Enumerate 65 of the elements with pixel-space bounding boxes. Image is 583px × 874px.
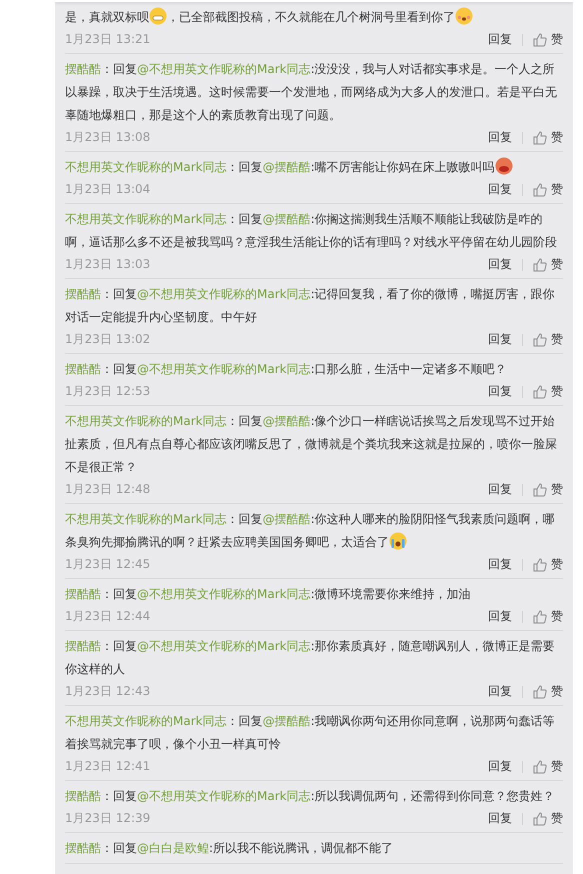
thumbs-up-icon (533, 610, 547, 624)
comment-text: 不想用英文作昵称的Mark同志：回复@摆酷酷:我嘲讽你两句还用你同意啊，说那两句蠢话等着挨骂就完事了呗，像个小丑一样真可怜 (65, 713, 556, 753)
thumbs-up-icon (533, 812, 547, 826)
comment-text: 不想用英文作昵称的Mark同志：回复@摆酷酷:你这种人哪来的脸阴阳怪气我素质问题啊，哪条臭狗先揶揄腾讯的啊？赶紧去应聘美国国务卿吧，太适合了 (65, 511, 556, 552)
reply-link[interactable]: 回复 (488, 683, 512, 700)
emoji-icon (494, 157, 513, 175)
reply-link[interactable]: 回复 (488, 181, 512, 198)
thumbs-up-icon (533, 482, 547, 496)
comment-time: 1月23日 12:41 (65, 758, 152, 775)
comment-text: 是，真就双标呗 ，已全部截图投稿，不久就能在几个树洞号里看到你了 (65, 6, 563, 29)
reply-link[interactable]: 回复 (488, 608, 512, 625)
like-button[interactable]: 赞 (533, 383, 563, 400)
comment-time: 1月23日 13:04 (65, 181, 152, 198)
like-button[interactable]: 赞 (533, 810, 563, 827)
reply-link[interactable]: 回复 (488, 31, 512, 48)
comment-time: 1月23日 12:48 (65, 481, 152, 498)
emoji-icon (455, 7, 473, 25)
like-button[interactable]: 赞 (533, 31, 563, 48)
comment-text: 摆酷酷：回复@白白是欧鳇:所以我不能说腾讯，调侃都不能了 (65, 840, 394, 857)
thumbs-up-icon (533, 684, 547, 698)
reply-link[interactable]: 回复 (488, 383, 512, 400)
like-button[interactable]: 赞 (533, 556, 563, 573)
thumbs-up-icon (533, 384, 547, 398)
like-button[interactable]: 赞 (533, 481, 563, 498)
comment-text: 摆酷酷：回复@不想用英文作昵称的Mark同志:没没没，我与人对话都实事求是。一个人之所以暴躁，取决于生活境遇。这时候需要一个发泄地，而网络成为大多人的发泄口。若是平白无辜随地爆粗口，那是这个人的素质教育出现了问题。 (65, 61, 558, 124)
comment-text: 摆酷酷：回复@不想用英文作昵称的Mark同志:记得回复我，看了你的微博，嘴挺厉害，跟你对话一定能提升内心坚韧度。中午好 (65, 286, 556, 326)
like-button[interactable]: 赞 (533, 758, 563, 775)
like-button[interactable]: 赞 (533, 331, 563, 348)
comment-text: 不想用英文作昵称的Mark同志：回复@摆酷酷:像个沙口一样瞎说话挨骂之后发现骂不过开始扯素质，但凡有点自尊心都应该闭嘴反思了，微博就是个粪坑我来这就是拉屎的，喷你一脸屎不是很正常？ (65, 413, 558, 476)
reply-link[interactable]: 回复 (488, 556, 512, 573)
like-button[interactable]: 赞 (533, 608, 563, 625)
comment-time: 1月23日 12:53 (65, 383, 152, 400)
emoji-icon (149, 7, 167, 25)
like-button[interactable]: 赞 (533, 683, 563, 700)
reply-link[interactable]: 回复 (488, 256, 512, 273)
comment-time: 1月23日 13:03 (65, 256, 152, 273)
comment-time: 1月23日 13:21 (65, 31, 152, 48)
reply-link[interactable]: 回复 (488, 331, 512, 348)
thumbs-up-icon (533, 760, 547, 774)
reply-link[interactable]: 回复 (488, 481, 512, 498)
comment-text: 不想用英文作昵称的Mark同志：回复@摆酷酷:嘴不厉害能让你妈在床上嗷嗷叫吗 (65, 156, 563, 179)
comment-time: 1月23日 12:44 (65, 608, 152, 625)
comment-text: 摆酷酷：回复@不想用英文作昵称的Mark同志:所以我调侃两句，还需得到你同意？您贵姓？ (65, 788, 556, 805)
reply-link[interactable]: 回复 (488, 810, 512, 827)
thumbs-up-icon (533, 332, 547, 346)
comment-text: 摆酷酷：回复@不想用英文作昵称的Mark同志:那你素质真好，随意嘲讽别人，微博正是需要你这样的人 (65, 638, 556, 678)
thumbs-up-icon (533, 558, 547, 572)
thumbs-up-icon (533, 32, 547, 46)
thumbs-up-icon (533, 130, 547, 144)
comment-time: 1月23日 12:39 (65, 810, 152, 827)
comment-time: 1月23日 12:45 (65, 556, 152, 573)
thumbs-up-icon (533, 182, 547, 196)
like-button[interactable]: 赞 (533, 129, 563, 146)
comment-time: 1月23日 13:08 (65, 129, 152, 146)
comment-text: 摆酷酷：回复@不想用英文作昵称的Mark同志:微博环境需要你来维持，加油 (65, 586, 472, 603)
reply-link[interactable]: 回复 (488, 758, 512, 775)
comment-text: 不想用英文作昵称的Mark同志：回复@摆酷酷:你搁这揣测我生活顺不顺能让我破防是咋的啊，逼话那么多不还是被我骂吗？意淫我生活能让你的话有理吗？对线水平停留在幼儿园阶段 (65, 211, 558, 251)
comment-time: 1月23日 12:43 (65, 683, 152, 700)
comment-time: 1月23日 13:02 (65, 331, 152, 348)
emoji-icon (389, 532, 407, 550)
like-button[interactable]: 赞 (533, 256, 563, 273)
like-button[interactable]: 赞 (533, 181, 563, 198)
thumbs-up-icon (533, 258, 547, 272)
comment-text: 摆酷酷：回复@不想用英文作昵称的Mark同志:口那么脏，生活中一定诸多不顺吧？ (65, 361, 508, 378)
reply-link[interactable]: 回复 (488, 129, 512, 146)
